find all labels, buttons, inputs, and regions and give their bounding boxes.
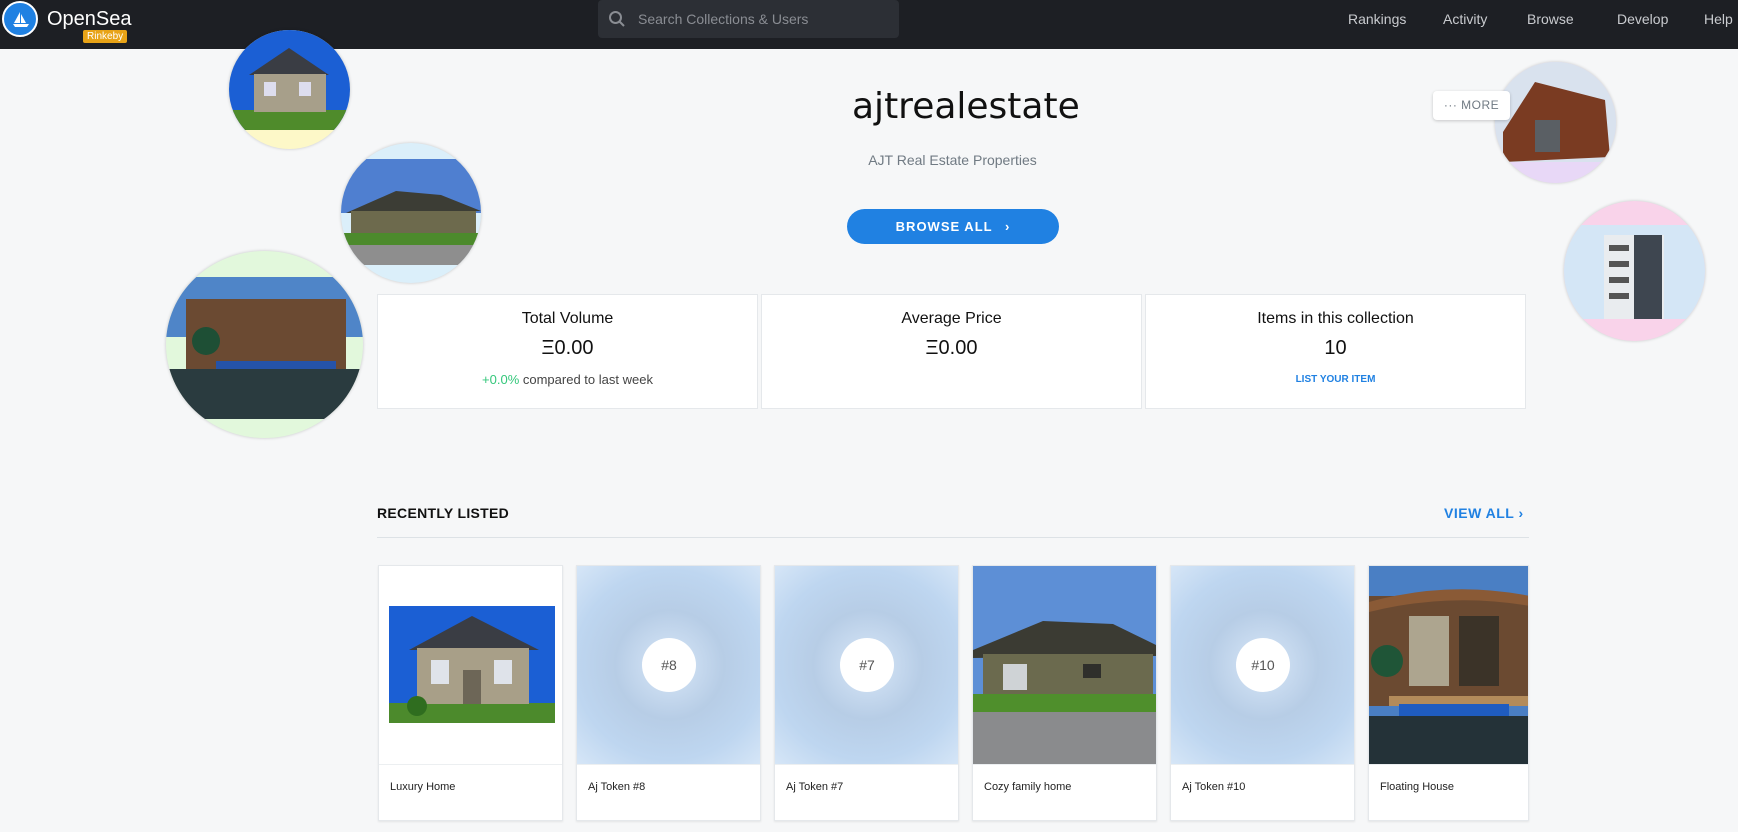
stat-value: Ξ0.00 — [541, 337, 594, 359]
stat-change: +0.0% compared to last week — [378, 372, 757, 387]
stat-items-count: Items in this collection 10 LIST YOUR IT… — [1145, 294, 1526, 409]
bubble-floating-house[interactable] — [166, 251, 363, 438]
brand-name[interactable]: OpenSea — [47, 8, 132, 31]
asset-name: Luxury Home — [390, 781, 456, 793]
asset-card[interactable]: Floating House — [1368, 565, 1529, 821]
card-divider — [379, 764, 562, 765]
stat-change-suffix: compared to last week — [519, 372, 653, 387]
network-badge: Rinkeby — [83, 30, 128, 43]
browse-all-label: BROWSE ALL — [895, 219, 993, 234]
asset-name: Aj Token #7 — [786, 781, 844, 793]
nav-browse[interactable]: Browse — [1527, 11, 1574, 27]
asset-card[interactable]: Luxury Home — [378, 565, 563, 821]
chevron-right-icon: › — [1004, 219, 1011, 234]
stat-label: Items in this collection — [1257, 310, 1414, 327]
stat-total-volume: Total Volume Ξ0.00 +0.0% compared to las… — [377, 294, 758, 409]
browse-all-button[interactable]: BROWSE ALL › — [847, 209, 1059, 244]
search-icon — [609, 11, 625, 27]
asset-placeholder: #8 — [577, 566, 760, 764]
stat-value: 10 — [1324, 337, 1347, 359]
card-divider — [1171, 764, 1354, 765]
asset-card[interactable]: #7 Aj Token #7 — [774, 565, 959, 821]
view-all-label: VIEW ALL — [1444, 505, 1515, 521]
token-number: #7 — [840, 638, 894, 692]
nav-activity[interactable]: Activity — [1443, 11, 1487, 27]
stat-value: Ξ0.00 — [925, 337, 978, 359]
collection-title: ajtrealestate — [852, 86, 1080, 127]
card-divider — [775, 764, 958, 765]
stat-change-percent: +0.0% — [482, 372, 520, 387]
bubble-barn[interactable] — [1495, 62, 1616, 183]
stat-label: Total Volume — [521, 310, 614, 327]
asset-card[interactable]: Cozy family home — [972, 565, 1157, 821]
search-input[interactable] — [638, 0, 888, 38]
bubble-apartment[interactable] — [1564, 201, 1705, 341]
asset-name: Aj Token #10 — [1182, 781, 1246, 793]
view-all-link[interactable]: VIEW ALL › — [1444, 505, 1524, 521]
asset-placeholder: #10 — [1171, 566, 1354, 764]
nav-develop[interactable]: Develop — [1617, 11, 1668, 27]
asset-image — [379, 566, 562, 764]
asset-image — [1369, 566, 1528, 764]
nav-help[interactable]: Help — [1704, 11, 1733, 27]
token-number: #10 — [1236, 638, 1290, 692]
asset-placeholder: #7 — [775, 566, 958, 764]
card-divider — [1369, 764, 1528, 765]
asset-name: Aj Token #8 — [588, 781, 646, 793]
search-box[interactable] — [598, 0, 899, 38]
collection-subtitle: AJT Real Estate Properties — [868, 152, 1037, 168]
card-divider — [577, 764, 760, 765]
more-button[interactable]: ··· MORE — [1433, 91, 1510, 120]
bubble-cozy-home[interactable] — [341, 143, 481, 283]
opensea-logo-icon[interactable] — [2, 1, 38, 37]
stat-average-price: Average Price Ξ0.00 — [761, 294, 1142, 409]
list-your-item-link[interactable]: LIST YOUR ITEM — [1146, 374, 1525, 385]
asset-card[interactable]: #10 Aj Token #10 — [1170, 565, 1355, 821]
stat-label: Average Price — [901, 310, 1002, 327]
nav-rankings[interactable]: Rankings — [1348, 11, 1406, 27]
chevron-right-icon: › — [1518, 505, 1524, 521]
section-divider — [377, 537, 1529, 538]
bubble-luxury-home[interactable] — [229, 30, 350, 149]
asset-card[interactable]: #8 Aj Token #8 — [576, 565, 761, 821]
asset-name: Cozy family home — [984, 781, 1072, 793]
recently-listed-title: RECENTLY LISTED — [377, 505, 510, 521]
asset-name: Floating House — [1380, 781, 1454, 793]
asset-image — [973, 566, 1156, 764]
card-divider — [973, 764, 1156, 765]
token-number: #8 — [642, 638, 696, 692]
